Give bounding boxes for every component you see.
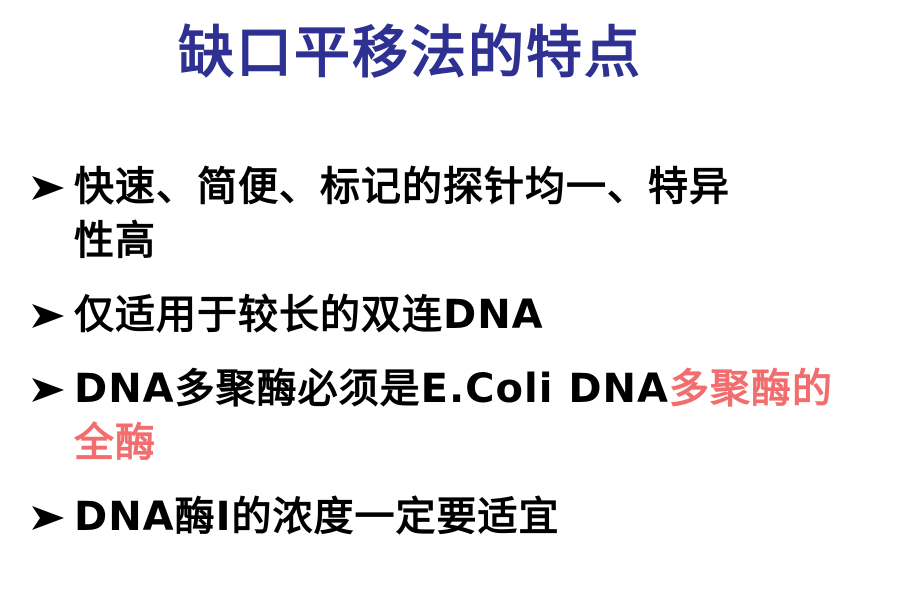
bullet-line: 全酶 [74,416,898,470]
bullet-item: DNA酶I的浓度一定要适宜 [28,490,898,544]
arrowhead-bullet-icon [30,376,66,404]
bullet-text: 仅适用于较长的双连DNA [74,292,544,338]
bullet-item: DNA多聚酶必须是E.Coli DNA多聚酶的 全酶 [28,362,898,470]
arrowhead-bullet-icon [30,504,66,532]
highlighted-text: 全酶 [74,420,156,466]
arrowhead-bullet-icon [30,174,66,202]
bullet-text: DNA酶I的浓度一定要适宜 [74,494,560,540]
bullet-line: 快速、简便、标记的探针均一、特异 [74,160,898,214]
slide-title: 缺口平移法的特点 [178,21,642,86]
bullet-item: 仅适用于较长的双连DNA [28,288,898,342]
bullet-line: 仅适用于较长的双连DNA [74,288,898,342]
slide: 缺口平移法的特点 快速、简便、标记的探针均一、特异 性高仅适用于较长的双连DNA D… [0,0,906,609]
bullet-text: 快速、简便、标记的探针均一、特异 [74,164,730,210]
bullet-text: 性高 [74,218,156,264]
highlighted-text: 多聚酶的 [668,366,833,412]
bullet-list: 快速、简便、标记的探针均一、特异 性高仅适用于较长的双连DNA DNA多聚酶必须是E… [28,160,898,564]
bullet-item: 快速、简便、标记的探针均一、特异 性高 [28,160,898,268]
bullet-line: 性高 [74,214,898,268]
bullet-text: DNA多聚酶必须是E.Coli DNA [74,366,669,412]
bullet-line: DNA酶I的浓度一定要适宜 [74,490,898,544]
arrowhead-bullet-icon [30,302,66,330]
bullet-line: DNA多聚酶必须是E.Coli DNA多聚酶的 [74,362,898,416]
